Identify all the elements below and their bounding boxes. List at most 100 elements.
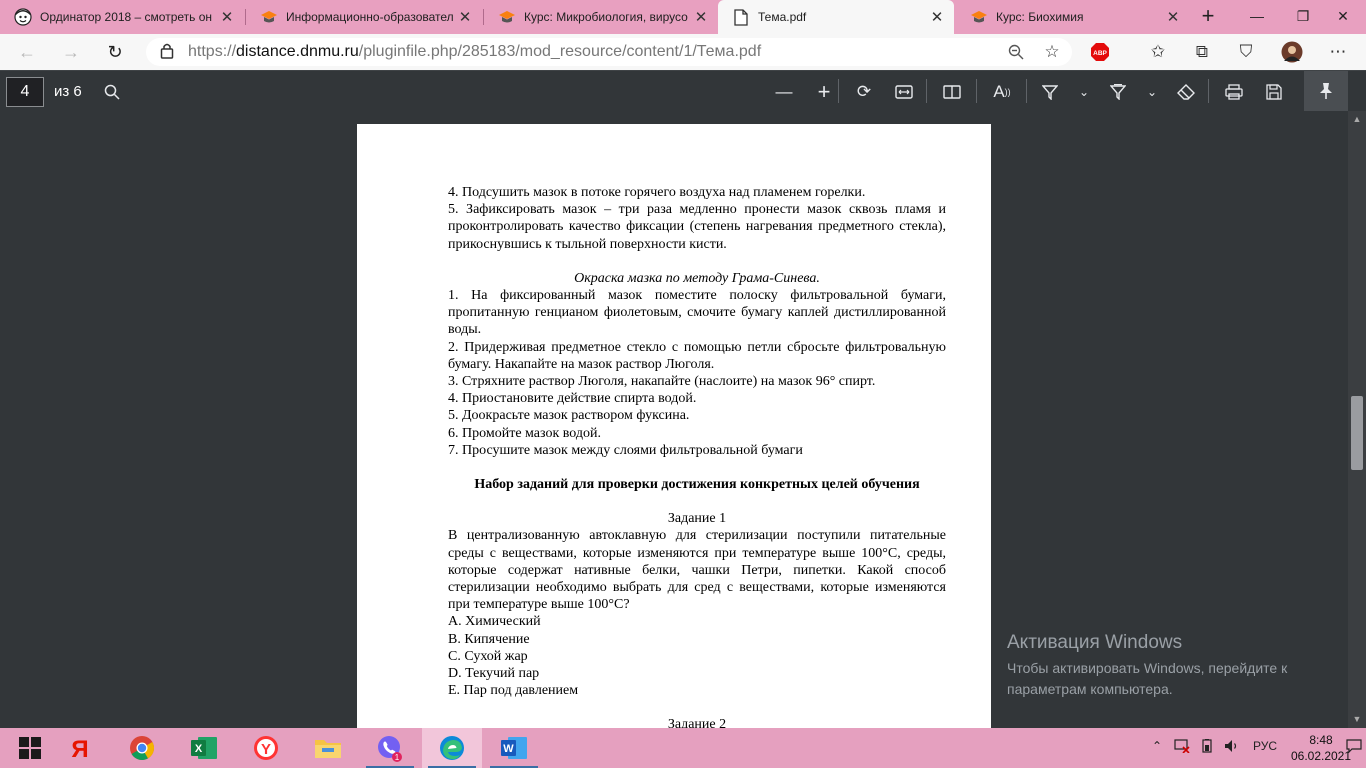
watermark-title: Активация Windows bbox=[1007, 632, 1183, 653]
file-explorer-icon[interactable] bbox=[298, 728, 358, 768]
toolbar-divider bbox=[926, 79, 927, 103]
tab-title: Курс: Микробиология, вирусо bbox=[524, 10, 688, 24]
toolbar-divider bbox=[838, 79, 839, 103]
step-fix-smear: 5. Зафиксировать мазок – три раза медлен… bbox=[448, 202, 946, 252]
svg-text:1: 1 bbox=[395, 753, 400, 762]
zoom-out-magnifier-icon[interactable] bbox=[1004, 40, 1028, 64]
back-arrow-icon[interactable]: ← bbox=[14, 40, 40, 64]
minimize-icon[interactable]: — bbox=[1234, 0, 1280, 34]
task1-question: В централизованную автоклавную для стери… bbox=[448, 528, 946, 613]
tab-biochemistry[interactable]: Курс: Биохимия ✕ bbox=[956, 0, 1190, 34]
more-options-icon[interactable]: ⋯ bbox=[1326, 40, 1350, 64]
gram-step: 7. Просушите мазок между слоями фильтров… bbox=[448, 442, 803, 458]
tab-title: Ординатор 2018 – смотреть он bbox=[40, 10, 213, 24]
rotate-icon[interactable]: ⟳ bbox=[852, 81, 876, 103]
face-favicon-icon bbox=[14, 8, 32, 26]
toolbar-divider bbox=[1026, 79, 1027, 103]
tab-close-icon[interactable]: ✕ bbox=[928, 8, 946, 26]
watermark-line: Чтобы активировать Windows, перейдите к bbox=[1007, 660, 1288, 676]
profile-avatar[interactable] bbox=[1280, 40, 1304, 64]
scroll-up-arrow-icon[interactable]: ▲ bbox=[1352, 114, 1362, 124]
eraser-icon[interactable] bbox=[1174, 81, 1198, 103]
new-tab-plus-icon[interactable]: + bbox=[1196, 5, 1220, 29]
tab-ordinator[interactable]: Ординатор 2018 – смотреть он ✕ bbox=[0, 0, 244, 34]
gram-step: 1. На фиксированный мазок поместите поло… bbox=[448, 288, 946, 338]
zoom-in-icon[interactable]: + bbox=[812, 79, 836, 104]
chevron-down-icon[interactable]: ⌄ bbox=[1072, 81, 1096, 103]
highlight-icon[interactable] bbox=[1038, 81, 1062, 103]
task1-option: А. Химический bbox=[448, 614, 541, 630]
task2-title: Задание 2 bbox=[667, 717, 727, 728]
scroll-down-arrow-icon[interactable]: ▼ bbox=[1352, 714, 1362, 724]
windows-activation-watermark: Активация Windows Чтобы активировать Win… bbox=[1007, 632, 1287, 700]
pin-toolbar-button[interactable] bbox=[1304, 71, 1348, 111]
favorites-icon[interactable]: ✩ bbox=[1146, 40, 1170, 64]
task1-option: Е. Пар под давлением bbox=[448, 683, 579, 699]
url-scheme: https:// bbox=[188, 43, 237, 60]
page-number-input[interactable]: 4 bbox=[6, 77, 44, 107]
adblock-icon[interactable]: ABP bbox=[1088, 40, 1112, 64]
moodle-hat-icon bbox=[498, 8, 516, 26]
tab-close-icon[interactable]: ✕ bbox=[1164, 8, 1182, 26]
gram-step: 6. Промойте мазок водой. bbox=[448, 425, 601, 441]
collections-icon[interactable]: ⧉ bbox=[1190, 40, 1214, 64]
url-host: distance.dnmu.ru bbox=[236, 43, 359, 60]
forward-arrow-icon[interactable]: → bbox=[58, 40, 84, 64]
gram-stain-heading: Окраска мазка по методу Грама-Синева. bbox=[574, 270, 820, 286]
tab-strip: Ординатор 2018 – смотреть он ✕ Информаци… bbox=[0, 0, 1366, 34]
refresh-icon[interactable]: ↻ bbox=[102, 40, 128, 64]
tasks-heading: Набор заданий для проверки достижения ко… bbox=[474, 477, 920, 493]
chevron-down-icon[interactable]: ⌄ bbox=[1140, 81, 1164, 103]
battery-icon[interactable] bbox=[1200, 739, 1216, 756]
svg-text:Y: Y bbox=[261, 741, 271, 758]
tab-close-icon[interactable]: ✕ bbox=[218, 8, 236, 26]
yandex-icon[interactable]: Я bbox=[50, 728, 110, 768]
pin-icon bbox=[1314, 80, 1338, 102]
fit-to-width-icon[interactable] bbox=[892, 81, 916, 103]
save-icon[interactable] bbox=[1262, 81, 1286, 103]
page-view-icon[interactable] bbox=[940, 81, 964, 103]
task1-option: С. Сухой жар bbox=[448, 648, 528, 664]
gram-step: 5. Доокрасьте мазок раствором фуксина. bbox=[448, 408, 690, 424]
input-language[interactable]: РУС bbox=[1253, 739, 1277, 753]
svg-text:ABP: ABP bbox=[1093, 50, 1107, 57]
taskbar: Я X Y 1 W ⌃ РУС 8:48 06.02.2021 bbox=[0, 728, 1366, 768]
svg-text:X: X bbox=[195, 743, 203, 755]
svg-text:W: W bbox=[503, 743, 514, 755]
volume-icon[interactable] bbox=[1224, 739, 1240, 756]
tab-microbiology[interactable]: Курс: Микробиология, вирусо ✕ bbox=[484, 0, 718, 34]
window-close-icon[interactable]: ✕ bbox=[1320, 0, 1366, 34]
tab-info-edu[interactable]: Информационно-образовател ✕ bbox=[246, 0, 482, 34]
moodle-hat-icon bbox=[970, 8, 988, 26]
excel-icon[interactable]: X bbox=[174, 728, 234, 768]
gram-step: 4. Приостановите действие спирта водой. bbox=[448, 391, 697, 407]
task1-option: В. Кипячение bbox=[448, 631, 530, 647]
tab-title: Информационно-образовател bbox=[286, 10, 454, 24]
notifications-icon[interactable] bbox=[1346, 739, 1362, 756]
browser-essentials-icon[interactable]: ⛉ bbox=[1234, 40, 1258, 64]
toolbar-divider bbox=[1208, 79, 1209, 103]
url-field[interactable]: https://distance.dnmu.ru/pluginfile.php/… bbox=[146, 38, 1072, 66]
zoom-out-icon[interactable]: — bbox=[772, 81, 796, 103]
search-icon[interactable] bbox=[100, 81, 124, 103]
lock-icon[interactable] bbox=[160, 42, 174, 64]
print-icon[interactable] bbox=[1222, 81, 1246, 103]
gram-step: 2. Придерживая предметное стекло с помощ… bbox=[448, 339, 946, 372]
show-hidden-icons-chevron-icon[interactable]: ⌃ bbox=[1152, 739, 1162, 753]
read-aloud-icon[interactable]: A)) bbox=[990, 81, 1014, 103]
tab-tema-pdf[interactable]: Тема.pdf ✕ bbox=[718, 0, 954, 34]
step-dry-smear: 4. Подсушить мазок в потоке горячего воз… bbox=[448, 185, 866, 200]
tab-title: Тема.pdf bbox=[758, 10, 807, 24]
network-offline-icon[interactable] bbox=[1174, 739, 1190, 756]
add-favorite-star-icon[interactable]: ☆ bbox=[1040, 40, 1064, 64]
tab-close-icon[interactable]: ✕ bbox=[692, 8, 710, 26]
pdf-page: 4. Подсушить мазок в потоке горячего воз… bbox=[357, 124, 991, 728]
yandex-browser-icon[interactable]: Y bbox=[236, 728, 296, 768]
viber-icon[interactable]: 1 bbox=[360, 728, 420, 768]
edge-icon[interactable] bbox=[422, 728, 482, 768]
chrome-icon[interactable] bbox=[112, 728, 172, 768]
draw-icon[interactable] bbox=[1106, 81, 1130, 103]
tab-close-icon[interactable]: ✕ bbox=[456, 8, 474, 26]
scrollbar-thumb[interactable] bbox=[1351, 396, 1363, 470]
word-icon[interactable]: W bbox=[484, 728, 544, 768]
